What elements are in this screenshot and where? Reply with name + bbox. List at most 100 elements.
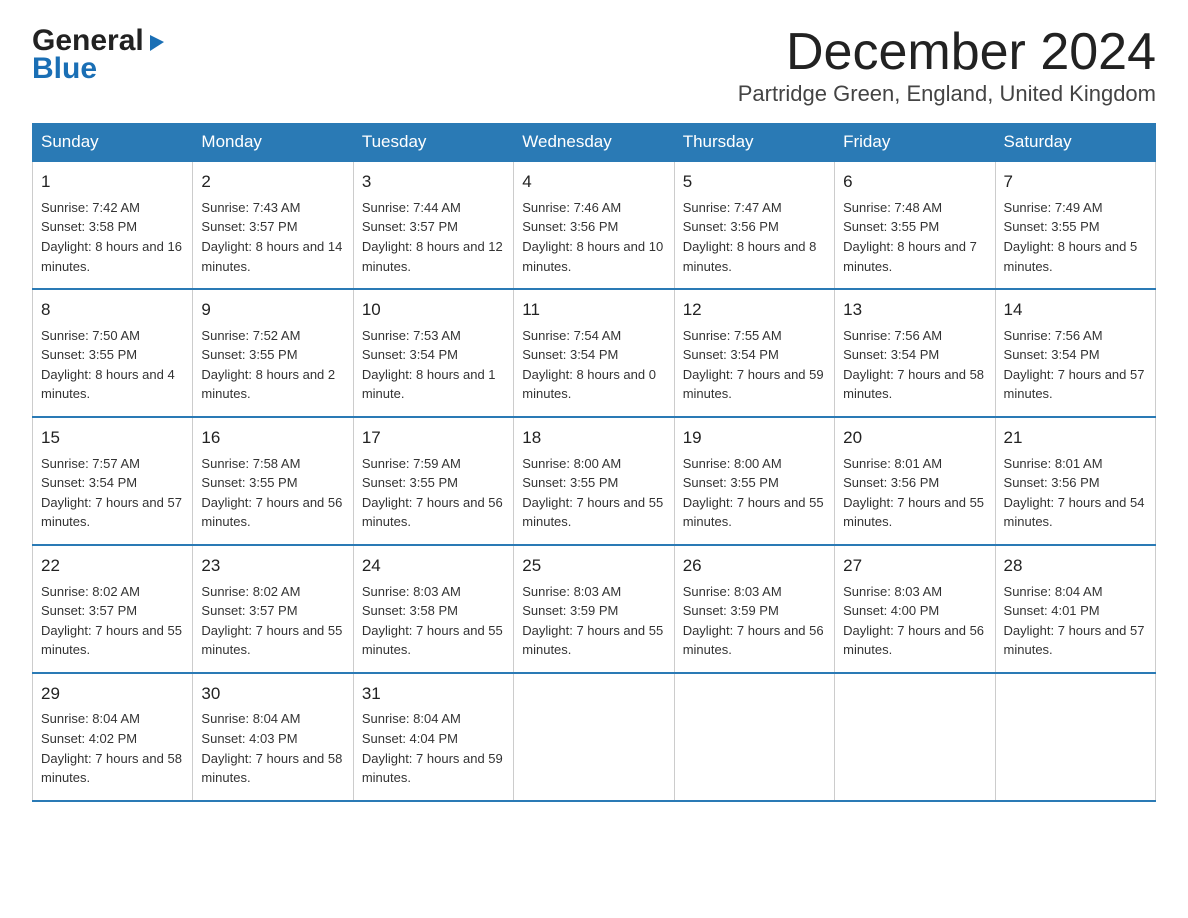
calendar-cell <box>835 673 995 801</box>
day-info: Sunrise: 7:52 AMSunset: 3:55 PMDaylight:… <box>201 328 335 402</box>
day-info: Sunrise: 7:43 AMSunset: 3:57 PMDaylight:… <box>201 200 342 274</box>
day-info: Sunrise: 7:46 AMSunset: 3:56 PMDaylight:… <box>522 200 663 274</box>
week-row-5: 29 Sunrise: 8:04 AMSunset: 4:02 PMDaylig… <box>33 673 1156 801</box>
day-number: 18 <box>522 426 665 451</box>
day-number: 28 <box>1004 554 1147 579</box>
day-number: 21 <box>1004 426 1147 451</box>
week-row-1: 1 Sunrise: 7:42 AMSunset: 3:58 PMDayligh… <box>33 161 1156 289</box>
day-info: Sunrise: 8:03 AMSunset: 3:58 PMDaylight:… <box>362 584 503 658</box>
calendar-header-saturday: Saturday <box>995 124 1155 162</box>
day-number: 31 <box>362 682 505 707</box>
day-info: Sunrise: 8:03 AMSunset: 4:00 PMDaylight:… <box>843 584 984 658</box>
calendar-header-friday: Friday <box>835 124 995 162</box>
calendar-cell: 29 Sunrise: 8:04 AMSunset: 4:02 PMDaylig… <box>33 673 193 801</box>
calendar-cell: 26 Sunrise: 8:03 AMSunset: 3:59 PMDaylig… <box>674 545 834 673</box>
calendar-header-monday: Monday <box>193 124 353 162</box>
day-info: Sunrise: 8:04 AMSunset: 4:04 PMDaylight:… <box>362 711 503 785</box>
day-info: Sunrise: 7:59 AMSunset: 3:55 PMDaylight:… <box>362 456 503 530</box>
day-info: Sunrise: 7:54 AMSunset: 3:54 PMDaylight:… <box>522 328 656 402</box>
day-number: 1 <box>41 170 184 195</box>
day-info: Sunrise: 7:44 AMSunset: 3:57 PMDaylight:… <box>362 200 503 274</box>
calendar-header-row: SundayMondayTuesdayWednesdayThursdayFrid… <box>33 124 1156 162</box>
day-number: 13 <box>843 298 986 323</box>
day-number: 26 <box>683 554 826 579</box>
calendar-cell: 1 Sunrise: 7:42 AMSunset: 3:58 PMDayligh… <box>33 161 193 289</box>
calendar-cell: 4 Sunrise: 7:46 AMSunset: 3:56 PMDayligh… <box>514 161 674 289</box>
day-info: Sunrise: 7:42 AMSunset: 3:58 PMDaylight:… <box>41 200 182 274</box>
calendar-cell: 30 Sunrise: 8:04 AMSunset: 4:03 PMDaylig… <box>193 673 353 801</box>
calendar-cell: 16 Sunrise: 7:58 AMSunset: 3:55 PMDaylig… <box>193 417 353 545</box>
day-number: 6 <box>843 170 986 195</box>
day-number: 19 <box>683 426 826 451</box>
day-info: Sunrise: 7:50 AMSunset: 3:55 PMDaylight:… <box>41 328 175 402</box>
day-number: 30 <box>201 682 344 707</box>
day-info: Sunrise: 8:02 AMSunset: 3:57 PMDaylight:… <box>201 584 342 658</box>
calendar-header-tuesday: Tuesday <box>353 124 513 162</box>
day-number: 8 <box>41 298 184 323</box>
day-number: 11 <box>522 298 665 323</box>
day-number: 24 <box>362 554 505 579</box>
day-number: 27 <box>843 554 986 579</box>
day-info: Sunrise: 7:53 AMSunset: 3:54 PMDaylight:… <box>362 328 496 402</box>
calendar-cell: 20 Sunrise: 8:01 AMSunset: 3:56 PMDaylig… <box>835 417 995 545</box>
day-info: Sunrise: 7:58 AMSunset: 3:55 PMDaylight:… <box>201 456 342 530</box>
calendar-cell: 13 Sunrise: 7:56 AMSunset: 3:54 PMDaylig… <box>835 289 995 417</box>
calendar-cell: 2 Sunrise: 7:43 AMSunset: 3:57 PMDayligh… <box>193 161 353 289</box>
day-info: Sunrise: 7:57 AMSunset: 3:54 PMDaylight:… <box>41 456 182 530</box>
day-number: 12 <box>683 298 826 323</box>
calendar-cell: 5 Sunrise: 7:47 AMSunset: 3:56 PMDayligh… <box>674 161 834 289</box>
title-area: December 2024 Partridge Green, England, … <box>738 24 1156 107</box>
day-info: Sunrise: 8:04 AMSunset: 4:03 PMDaylight:… <box>201 711 342 785</box>
calendar-cell: 19 Sunrise: 8:00 AMSunset: 3:55 PMDaylig… <box>674 417 834 545</box>
day-info: Sunrise: 8:04 AMSunset: 4:02 PMDaylight:… <box>41 711 182 785</box>
day-info: Sunrise: 7:56 AMSunset: 3:54 PMDaylight:… <box>843 328 984 402</box>
calendar-cell: 21 Sunrise: 8:01 AMSunset: 3:56 PMDaylig… <box>995 417 1155 545</box>
calendar-table: SundayMondayTuesdayWednesdayThursdayFrid… <box>32 123 1156 801</box>
day-number: 4 <box>522 170 665 195</box>
calendar-cell: 24 Sunrise: 8:03 AMSunset: 3:58 PMDaylig… <box>353 545 513 673</box>
calendar-cell <box>995 673 1155 801</box>
calendar-cell <box>514 673 674 801</box>
calendar-cell: 31 Sunrise: 8:04 AMSunset: 4:04 PMDaylig… <box>353 673 513 801</box>
logo-triangle-icon <box>146 31 168 53</box>
page: General Blue December 2024 Partridge Gre… <box>0 0 1188 826</box>
calendar-cell: 8 Sunrise: 7:50 AMSunset: 3:55 PMDayligh… <box>33 289 193 417</box>
day-number: 5 <box>683 170 826 195</box>
calendar-cell: 28 Sunrise: 8:04 AMSunset: 4:01 PMDaylig… <box>995 545 1155 673</box>
day-number: 14 <box>1004 298 1147 323</box>
day-info: Sunrise: 8:03 AMSunset: 3:59 PMDaylight:… <box>683 584 824 658</box>
day-info: Sunrise: 7:55 AMSunset: 3:54 PMDaylight:… <box>683 328 824 402</box>
calendar-cell: 25 Sunrise: 8:03 AMSunset: 3:59 PMDaylig… <box>514 545 674 673</box>
day-number: 15 <box>41 426 184 451</box>
calendar-cell: 9 Sunrise: 7:52 AMSunset: 3:55 PMDayligh… <box>193 289 353 417</box>
calendar-cell: 18 Sunrise: 8:00 AMSunset: 3:55 PMDaylig… <box>514 417 674 545</box>
calendar-header-wednesday: Wednesday <box>514 124 674 162</box>
day-number: 9 <box>201 298 344 323</box>
day-info: Sunrise: 8:01 AMSunset: 3:56 PMDaylight:… <box>843 456 984 530</box>
calendar-cell: 6 Sunrise: 7:48 AMSunset: 3:55 PMDayligh… <box>835 161 995 289</box>
calendar-cell: 17 Sunrise: 7:59 AMSunset: 3:55 PMDaylig… <box>353 417 513 545</box>
logo-area: General Blue <box>32 24 168 84</box>
logo-blue: Blue <box>32 54 97 84</box>
day-info: Sunrise: 8:02 AMSunset: 3:57 PMDaylight:… <box>41 584 182 658</box>
page-subtitle: Partridge Green, England, United Kingdom <box>738 81 1156 107</box>
day-number: 17 <box>362 426 505 451</box>
calendar-cell: 3 Sunrise: 7:44 AMSunset: 3:57 PMDayligh… <box>353 161 513 289</box>
day-number: 23 <box>201 554 344 579</box>
day-info: Sunrise: 7:47 AMSunset: 3:56 PMDaylight:… <box>683 200 817 274</box>
day-number: 25 <box>522 554 665 579</box>
day-info: Sunrise: 7:49 AMSunset: 3:55 PMDaylight:… <box>1004 200 1138 274</box>
day-info: Sunrise: 7:48 AMSunset: 3:55 PMDaylight:… <box>843 200 977 274</box>
week-row-4: 22 Sunrise: 8:02 AMSunset: 3:57 PMDaylig… <box>33 545 1156 673</box>
calendar-cell: 15 Sunrise: 7:57 AMSunset: 3:54 PMDaylig… <box>33 417 193 545</box>
day-number: 2 <box>201 170 344 195</box>
day-number: 22 <box>41 554 184 579</box>
calendar-header-sunday: Sunday <box>33 124 193 162</box>
day-info: Sunrise: 7:56 AMSunset: 3:54 PMDaylight:… <box>1004 328 1145 402</box>
day-number: 20 <box>843 426 986 451</box>
calendar-header-thursday: Thursday <box>674 124 834 162</box>
day-number: 7 <box>1004 170 1147 195</box>
day-info: Sunrise: 8:03 AMSunset: 3:59 PMDaylight:… <box>522 584 663 658</box>
calendar-cell: 10 Sunrise: 7:53 AMSunset: 3:54 PMDaylig… <box>353 289 513 417</box>
day-number: 16 <box>201 426 344 451</box>
